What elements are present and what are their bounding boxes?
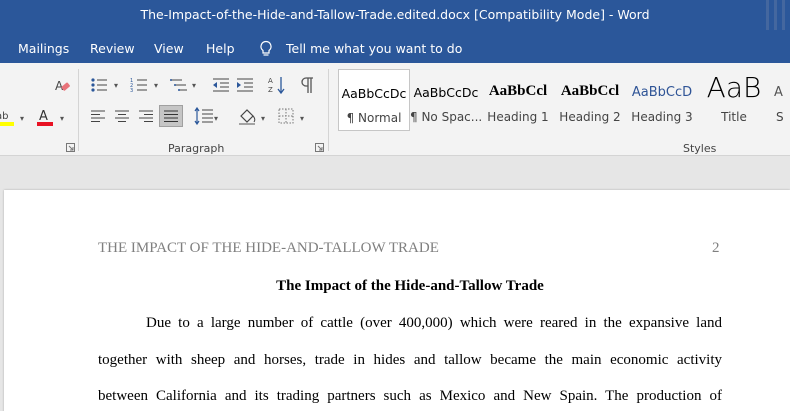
paragraph-line: Due to a large number of cattle (over 40…	[146, 315, 722, 331]
align-right-icon[interactable]	[138, 109, 154, 123]
numbering-dropdown-chevron-down-icon[interactable]: ▾	[154, 81, 158, 90]
multilevel-dropdown-chevron-down-icon[interactable]: ▾	[192, 81, 196, 90]
title-bar: The-Impact-of-the-Hide-and-Tallow-Trade.…	[0, 0, 790, 33]
borders-icon[interactable]	[278, 108, 294, 124]
decrease-indent-icon[interactable]	[212, 77, 230, 93]
tab-view[interactable]: View	[154, 41, 184, 56]
page-number: 2	[712, 240, 720, 256]
lightbulb-icon[interactable]	[258, 40, 274, 57]
tab-help[interactable]: Help	[206, 41, 235, 56]
style-title[interactable]: AaB Title	[698, 69, 770, 131]
style-name: Heading 1	[487, 110, 549, 124]
font-color-dropdown-chevron-down-icon[interactable]: ▾	[60, 114, 64, 123]
style-sample: AaBbCcl	[560, 83, 620, 99]
ribbon: A ab ▾ A ▾ ▾ 123 ▾ ▾ AZ	[0, 63, 790, 156]
paragraph-line: between California and its trading partn…	[98, 388, 722, 404]
sort-icon[interactable]: AZ	[268, 75, 286, 95]
align-center-icon[interactable]	[114, 109, 130, 123]
style-name: ¶ No Spac...	[410, 110, 482, 124]
group-separator	[328, 69, 329, 151]
font-dialog-launcher-icon[interactable]	[66, 143, 75, 152]
increase-indent-icon[interactable]	[236, 77, 254, 93]
paragraph-line: together with sheep and horses, trade in…	[98, 352, 722, 368]
shading-dropdown-chevron-down-icon[interactable]: ▾	[261, 114, 265, 123]
style-sample: A	[774, 85, 783, 100]
shading-icon[interactable]	[238, 107, 258, 125]
numbering-icon[interactable]: 123	[130, 77, 148, 93]
line-spacing-dropdown-chevron-down-icon[interactable]: ▾	[214, 114, 218, 123]
group-separator	[78, 69, 79, 151]
style-subtitle[interactable]: A S	[770, 69, 790, 131]
ribbon-tab-bar: Mailings Review View Help Tell me what y…	[0, 33, 790, 63]
styles-group-label: Styles	[683, 142, 717, 155]
svg-text:ab: ab	[0, 111, 8, 122]
multilevel-list-icon[interactable]	[170, 77, 188, 93]
style-heading-3[interactable]: AaBbCcD Heading 3	[626, 69, 698, 131]
style-name: Title	[721, 110, 747, 124]
style-name: Heading 3	[631, 110, 693, 124]
window-title: The-Impact-of-the-Hide-and-Tallow-Trade.…	[140, 7, 650, 22]
style-sample: AaB	[706, 71, 762, 104]
bullets-icon[interactable]	[90, 77, 108, 93]
style-no-spacing[interactable]: AaBbCcDc ¶ No Spac...	[410, 69, 482, 131]
bullets-dropdown-chevron-down-icon[interactable]: ▾	[114, 81, 118, 90]
running-head: THE IMPACT OF THE HIDE-AND-TALLOW TRADE	[98, 240, 439, 256]
style-name: S	[776, 110, 784, 124]
font-color-icon[interactable]: A	[36, 107, 54, 127]
justify-icon	[164, 110, 178, 122]
style-name: ¶ Normal	[346, 111, 402, 125]
highlight-dropdown-chevron-down-icon[interactable]: ▾	[20, 114, 24, 123]
tell-me-search[interactable]: Tell me what you want to do	[286, 41, 462, 56]
svg-text:Z: Z	[268, 86, 273, 94]
tab-mailings[interactable]: Mailings	[18, 41, 69, 56]
styles-gallery: AaBbCcDc ¶ Normal AaBbCcDc ¶ No Spac... …	[336, 69, 790, 131]
tab-review[interactable]: Review	[90, 41, 135, 56]
line-spacing-icon[interactable]	[194, 107, 214, 125]
title-bar-decoration	[760, 0, 790, 33]
svg-text:A: A	[268, 77, 273, 85]
style-sample: AaBbCcDc	[341, 86, 407, 101]
align-left-icon[interactable]	[90, 109, 106, 123]
paragraph-dialog-launcher-icon[interactable]	[315, 143, 324, 152]
style-sample: AaBbCcl	[488, 83, 548, 99]
style-heading-1[interactable]: AaBbCcl Heading 1	[482, 69, 554, 131]
svg-text:3: 3	[130, 88, 133, 93]
clear-formatting-icon[interactable]: A	[54, 77, 72, 95]
document-page[interactable]: THE IMPACT OF THE HIDE-AND-TALLOW TRADE …	[4, 190, 790, 411]
style-sample: AaBbCcDc	[413, 85, 479, 100]
highlight-color-icon[interactable]: ab	[0, 107, 16, 127]
justify-button[interactable]	[159, 105, 183, 127]
style-heading-2[interactable]: AaBbCcl Heading 2	[554, 69, 626, 131]
show-formatting-marks-icon[interactable]	[300, 76, 314, 94]
svg-text:A: A	[39, 109, 48, 124]
style-name: Heading 2	[559, 110, 621, 124]
paragraph-group-label: Paragraph	[168, 142, 225, 155]
document-title: The Impact of the Hide-and-Tallow Trade	[276, 278, 544, 294]
document-canvas[interactable]: THE IMPACT OF THE HIDE-AND-TALLOW TRADE …	[0, 157, 790, 411]
borders-dropdown-chevron-down-icon[interactable]: ▾	[300, 114, 304, 123]
style-normal[interactable]: AaBbCcDc ¶ Normal	[338, 69, 410, 131]
style-sample: AaBbCcD	[631, 85, 693, 100]
